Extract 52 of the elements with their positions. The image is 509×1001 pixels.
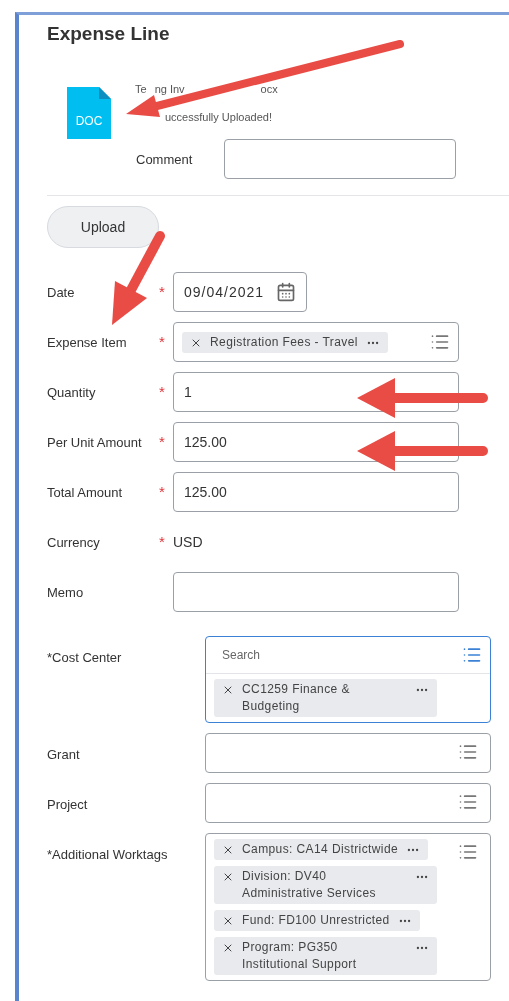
list-icon[interactable]: [458, 742, 478, 762]
list-icon[interactable]: [458, 792, 478, 812]
upload-button[interactable]: Upload: [47, 206, 159, 248]
field-label: Total Amount: [47, 484, 123, 500]
list-icon[interactable]: [430, 332, 450, 352]
field-value: USD: [173, 534, 203, 550]
required-mark: *: [159, 483, 165, 500]
tag: Division: DV40 Administrative Services: [214, 866, 437, 904]
field-label: Memo: [47, 584, 84, 600]
select-field[interactable]: Campus: CA14 Districtwide Division: DV40 Administrative Services Fund: FD100 Unrestricted Program: PG350 Institutional Support: [205, 833, 491, 981]
remove-icon[interactable]: [222, 942, 234, 954]
select-field[interactable]: Search CC1259 Finance & Budgeting: [205, 636, 491, 723]
list-icon[interactable]: [458, 842, 478, 862]
select-field[interactable]: [205, 733, 491, 773]
remove-icon[interactable]: [222, 915, 234, 927]
field-label: Grant: [47, 746, 80, 762]
field-label: Currency: [47, 534, 100, 550]
file-name: Te: [135, 83, 147, 95]
page-title: Expense Line: [47, 23, 170, 45]
required-mark: *: [159, 383, 165, 400]
comment-field[interactable]: [224, 139, 457, 179]
required-mark: *: [159, 333, 165, 350]
required-mark: *: [159, 283, 165, 300]
field-label: Expense Item: [47, 334, 127, 350]
tag: CC1259 Finance & Budgeting: [214, 679, 437, 717]
tag: Fund: FD100 Unrestricted: [214, 910, 420, 931]
field-label: Per Unit Amount: [47, 434, 142, 450]
select-field[interactable]: Registration Fees - Travel: [173, 322, 459, 362]
tag: Campus: CA14 Districtwide: [214, 839, 429, 860]
field-label: Project: [47, 796, 88, 812]
search-field[interactable]: Search: [220, 647, 462, 663]
required-mark: *: [159, 533, 165, 550]
upload-status: uccessfully Uploaded!: [165, 111, 272, 123]
file-name: ng Inv: [154, 83, 185, 95]
list-icon[interactable]: [462, 645, 482, 665]
tag: Registration Fees - Travel: [182, 331, 388, 353]
select-field[interactable]: [205, 783, 491, 823]
field-label: Date: [47, 284, 75, 300]
tag: Program: PG350 Institutional Support: [214, 937, 437, 975]
field-label: *Additional Worktags: [47, 846, 168, 862]
remove-icon[interactable]: [222, 871, 234, 883]
file-name: ocx: [260, 83, 278, 95]
input-field[interactable]: 125.00: [173, 472, 459, 512]
remove-icon[interactable]: [222, 684, 234, 696]
field-label: *Cost Center: [47, 649, 122, 665]
input-field[interactable]: [173, 572, 459, 612]
field-label: Comment: [136, 151, 193, 167]
remove-icon[interactable]: [222, 844, 234, 856]
field-label: Quantity: [47, 384, 96, 400]
required-mark: *: [159, 433, 165, 450]
calendar-icon[interactable]: [276, 282, 296, 302]
date-field[interactable]: 09/04/2021: [173, 272, 307, 312]
